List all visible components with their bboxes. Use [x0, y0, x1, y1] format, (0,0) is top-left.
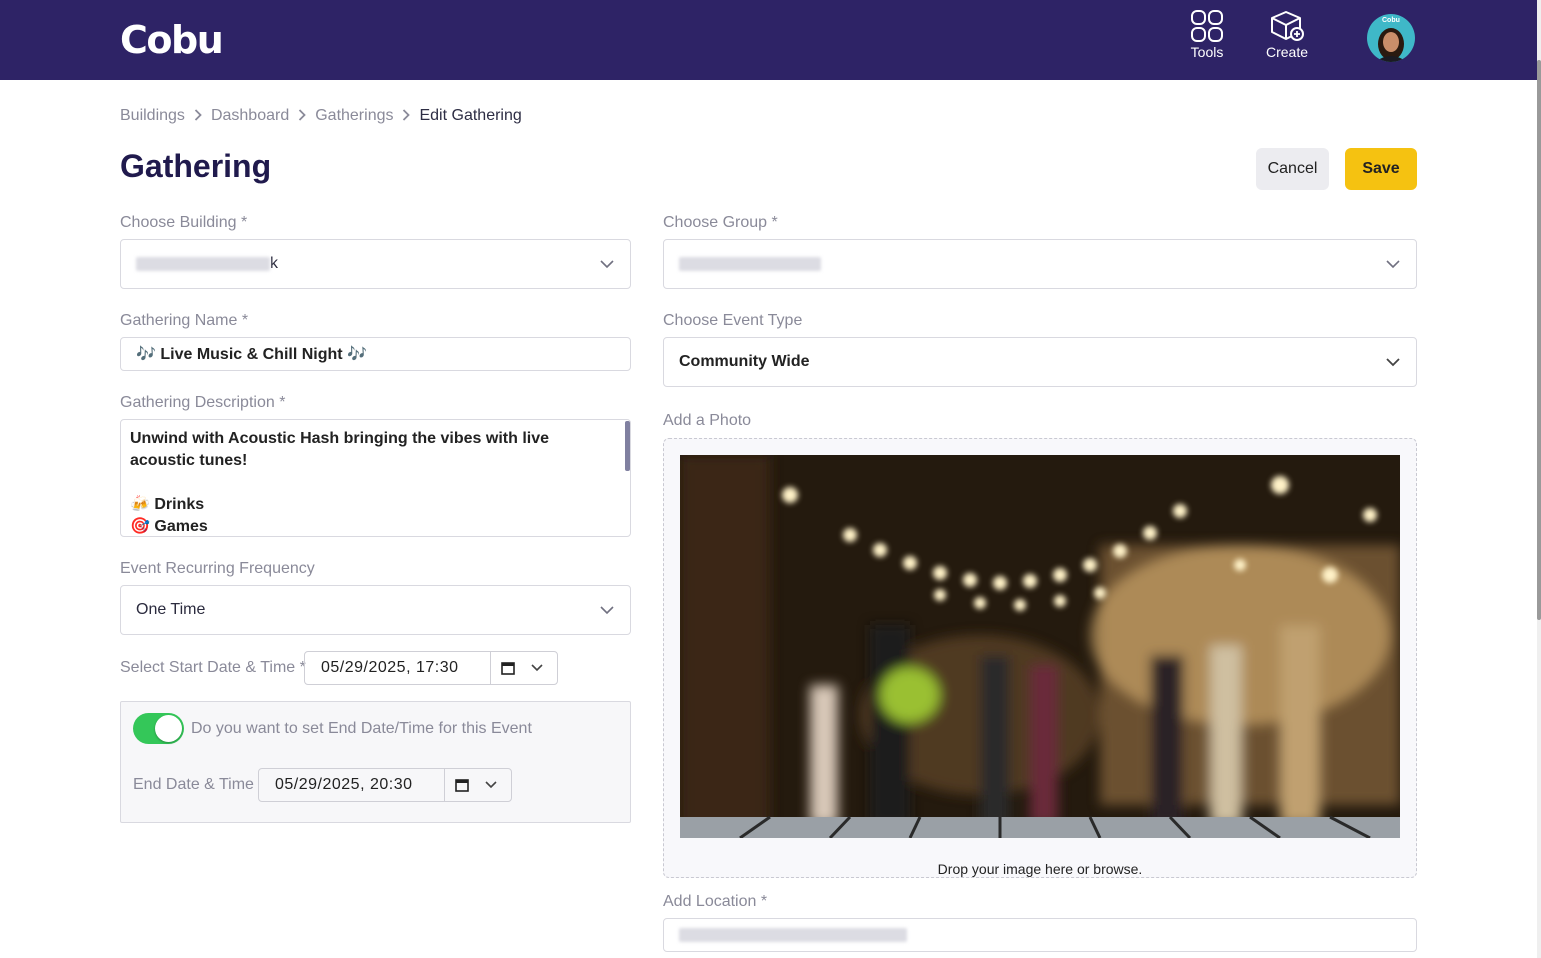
breadcrumb-buildings[interactable]: Buildings: [120, 107, 185, 125]
tools-button[interactable]: Tools: [1177, 10, 1237, 66]
breadcrumb-gatherings[interactable]: Gatherings: [315, 107, 393, 125]
gathering-description-textarea[interactable]: Unwind with Acoustic Hash bringing the v…: [120, 419, 631, 537]
breadcrumb-dashboard[interactable]: Dashboard: [211, 107, 289, 125]
event-photo: [680, 455, 1400, 838]
chevron-down-icon: [1386, 260, 1400, 269]
start-datetime-input[interactable]: 05/29/2025, 17:30: [304, 651, 558, 685]
chevron-down-icon: [1386, 358, 1400, 367]
redacted-text: [136, 257, 270, 271]
photo-drop-text[interactable]: Drop your image here or browse.: [663, 861, 1417, 877]
chevron-down-icon[interactable]: [485, 781, 497, 789]
start-datetime-value: 05/29/2025, 17:30: [321, 659, 459, 676]
choose-building-label: Choose Building *: [120, 214, 248, 231]
event-photo-image: [680, 455, 1400, 838]
textarea-scrollbar[interactable]: [625, 421, 630, 471]
start-datetime-label: Select Start Date & Time *: [120, 659, 306, 676]
chevron-down-icon: [600, 260, 614, 269]
event-type-value: Community Wide: [679, 353, 810, 370]
gathering-name-input[interactable]: 🎶 Live Music & Chill Night 🎶: [120, 337, 631, 371]
end-datetime-input[interactable]: 05/29/2025, 20:30: [258, 768, 512, 802]
avatar-brand-text: Cobu: [1382, 17, 1400, 24]
choose-building-select[interactable]: k: [120, 239, 631, 289]
event-type-label: Choose Event Type: [663, 312, 803, 329]
building-value-tail: k: [270, 255, 278, 272]
grid-icon: [1191, 10, 1223, 42]
create-button[interactable]: Create: [1257, 10, 1317, 66]
event-type-select[interactable]: Community Wide: [663, 337, 1417, 387]
end-toggle-label: Do you want to set End Date/Time for thi…: [191, 720, 532, 737]
description-line: 🎯 Games: [130, 518, 208, 535]
create-label: Create: [1265, 44, 1309, 60]
save-button[interactable]: Save: [1345, 148, 1417, 190]
description-line: 🍻 Drinks: [130, 496, 205, 513]
recurring-frequency-select[interactable]: One Time: [120, 585, 631, 635]
recurring-frequency-label: Event Recurring Frequency: [120, 560, 315, 577]
frequency-value: One Time: [136, 601, 206, 618]
end-datetime-toggle[interactable]: [133, 713, 184, 744]
redacted-text: [679, 928, 907, 942]
gathering-name-label: Gathering Name *: [120, 312, 249, 329]
end-datetime-label: End Date & Time: [133, 776, 254, 793]
chevron-down-icon: [600, 606, 614, 615]
breadcrumb: Buildings Dashboard Gatherings Edit Gath…: [120, 107, 522, 125]
calendar-icon[interactable]: [501, 661, 515, 675]
gathering-description-label: Gathering Description *: [120, 394, 286, 411]
page-title: Gathering: [120, 148, 272, 184]
cancel-button[interactable]: Cancel: [1256, 148, 1329, 190]
box-plus-icon: [1271, 11, 1304, 41]
choose-group-select[interactable]: [663, 239, 1417, 289]
tools-label: Tools: [1190, 44, 1224, 60]
choose-group-label: Choose Group *: [663, 214, 778, 231]
chevron-down-icon[interactable]: [531, 664, 543, 672]
add-photo-label: Add a Photo: [663, 412, 752, 429]
chevron-right-icon: [194, 108, 202, 124]
chevron-right-icon: [298, 108, 306, 124]
cobu-logo[interactable]: Cobu: [120, 18, 224, 62]
end-datetime-value: 05/29/2025, 20:30: [275, 776, 413, 793]
description-line: Unwind with Acoustic Hash bringing the v…: [130, 430, 549, 469]
page-scrollbar-thumb[interactable]: [1537, 60, 1541, 620]
chevron-right-icon: [402, 108, 411, 124]
add-location-label: Add Location *: [663, 893, 768, 910]
calendar-icon[interactable]: [455, 778, 469, 792]
location-input[interactable]: [663, 918, 1417, 952]
toggle-knob: [155, 715, 182, 742]
redacted-text: [679, 257, 821, 271]
breadcrumb-edit-gathering: Edit Gathering: [419, 107, 522, 124]
